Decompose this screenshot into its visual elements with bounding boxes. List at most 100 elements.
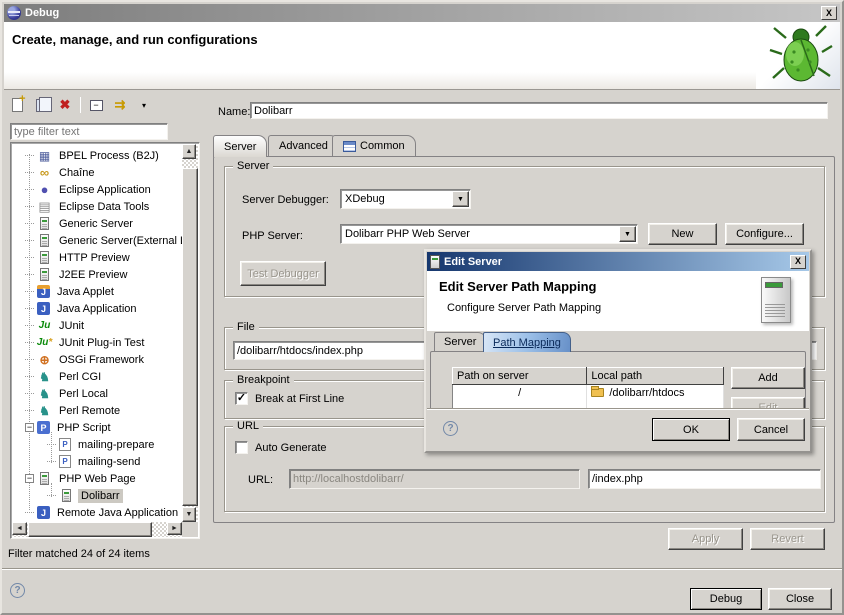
- name-input[interactable]: [250, 102, 828, 119]
- new-config-icon[interactable]: [8, 96, 26, 114]
- help-icon[interactable]: ?: [443, 421, 458, 436]
- header-banner: Create, manage, and run configurations: [4, 22, 840, 90]
- tree-item-php-web-page[interactable]: −PHP Web Page: [12, 470, 182, 487]
- tree-vertical-scrollbar[interactable]: ▲ ▼: [182, 144, 198, 522]
- tree-item-label: Perl Local: [56, 387, 111, 401]
- tree-item-label: mailing-send: [75, 455, 143, 469]
- tree-item-mailing-send[interactable]: Pmailing-send: [12, 453, 182, 470]
- folder-icon: [591, 388, 604, 397]
- vertical-scroll-thumb[interactable]: [182, 168, 198, 506]
- rjava-icon: J: [37, 506, 50, 519]
- tree-item-perl-remote[interactable]: ♞Perl Remote: [12, 402, 182, 419]
- tree-expander-icon[interactable]: −: [25, 423, 34, 432]
- sidebar-toolbar: ✖ − ⇉ ▾: [8, 94, 153, 116]
- tree-line: [25, 189, 34, 190]
- table-row[interactable]: / /dolibarr/htdocs: [453, 385, 724, 402]
- tab-common[interactable]: Common: [332, 135, 416, 156]
- datatools-icon: ▤: [37, 200, 52, 214]
- tree-item-java-application[interactable]: JJava Application: [12, 300, 182, 317]
- close-button[interactable]: Close: [768, 588, 832, 610]
- menu-arrow-icon[interactable]: ▾: [135, 96, 153, 114]
- dialog-tab-server-label: Server: [444, 336, 476, 348]
- server-icon: [40, 217, 49, 230]
- tree-item-label: Dolibarr: [78, 489, 123, 503]
- tree-item-osgi-framework[interactable]: ⊕OSGi Framework: [12, 351, 182, 368]
- dialog-tab-path-mapping[interactable]: Path Mapping: [483, 332, 571, 352]
- eclipse-icon: ●: [37, 183, 52, 197]
- dialog-title: Edit Server: [444, 256, 790, 268]
- dialog-tab-server[interactable]: Server: [434, 332, 486, 351]
- tree-item-eclipse-data-tools[interactable]: ▤ Eclipse Data Tools: [12, 198, 182, 215]
- tree-item-label: Eclipse Data Tools: [56, 200, 152, 214]
- tree-item-junit[interactable]: JuJUnit: [12, 317, 182, 334]
- dialog-heading: Edit Server Path Mapping: [439, 279, 596, 294]
- osgi-icon: ⊕: [37, 353, 52, 367]
- camel-icon: ♞: [37, 387, 52, 401]
- camel-icon: ♞: [37, 370, 52, 384]
- tab-server[interactable]: Server: [213, 135, 267, 157]
- tree-item-java-applet[interactable]: JJava Applet: [12, 283, 182, 300]
- tab-advanced[interactable]: Advanced: [268, 135, 339, 156]
- path-mapping-table[interactable]: Path on server Local path / /dolibarr/ht…: [452, 367, 724, 412]
- server-icon: [40, 268, 49, 281]
- footer-separator: [2, 568, 842, 570]
- column-local-path[interactable]: Local path: [587, 368, 724, 385]
- tree-item-perl-cgi[interactable]: ♞Perl CGI: [12, 368, 182, 385]
- delete-config-icon[interactable]: ✖: [56, 96, 74, 114]
- tab-advanced-label: Advanced: [279, 140, 328, 152]
- debug-configurations-window: Debug X Create, manage, and run configur…: [0, 0, 844, 615]
- tree-line: [25, 393, 34, 394]
- debug-button[interactable]: Debug: [690, 588, 762, 610]
- column-path-on-server[interactable]: Path on server: [453, 368, 587, 385]
- tree-item-perl-local[interactable]: ♞ Perl Local: [12, 385, 182, 402]
- bug-icon: [756, 22, 840, 89]
- eclipse-icon: [7, 6, 21, 20]
- dialog-close-button[interactable]: X: [790, 255, 806, 269]
- scroll-up-icon[interactable]: ▲: [182, 144, 196, 159]
- window-titlebar[interactable]: Debug X: [4, 4, 840, 22]
- tree-item-php-script[interactable]: −PPHP Script: [12, 419, 182, 436]
- tree-item-http-preview[interactable]: HTTP Preview: [12, 249, 182, 266]
- tree-item-label: Eclipse Application: [56, 183, 154, 197]
- help-icon[interactable]: ?: [10, 583, 25, 598]
- tree-item-mailing-prepare[interactable]: Pmailing-prepare: [12, 436, 182, 453]
- tree-line: [25, 410, 34, 411]
- revert-button[interactable]: Revert: [750, 528, 825, 550]
- configurations-tree-panel: ▦BPEL Process (B2J)∞Chaîne ● Eclipse Appli…: [10, 142, 200, 539]
- tree-item-label: mailing-prepare: [75, 438, 157, 452]
- add-mapping-button[interactable]: Add: [731, 367, 805, 389]
- collapse-all-icon[interactable]: −: [87, 96, 105, 114]
- local-path-cell: /dolibarr/htdocs: [587, 385, 724, 402]
- tree-item-generic-server-external-la[interactable]: Generic Server(External La: [12, 232, 182, 249]
- tree-item-bpel-process-b2j[interactable]: ▦BPEL Process (B2J): [12, 147, 182, 164]
- scroll-down-icon[interactable]: ▼: [182, 507, 196, 522]
- tree-line: [25, 342, 34, 343]
- cancel-button[interactable]: Cancel: [737, 418, 805, 441]
- tree-item-cha-ne[interactable]: ∞Chaîne: [12, 164, 182, 181]
- toolbar-separator: [80, 97, 81, 113]
- apply-button[interactable]: Apply: [668, 528, 743, 550]
- ok-button[interactable]: OK: [652, 418, 730, 441]
- tree-item-j2ee-preview[interactable]: J2EE Preview: [12, 266, 182, 283]
- tree-item-label: BPEL Process (B2J): [56, 149, 162, 163]
- tree-item-label: Generic Server: [56, 217, 136, 231]
- horizontal-scroll-thumb[interactable]: [28, 522, 152, 537]
- tree-item-generic-server[interactable]: Generic Server: [12, 215, 182, 232]
- tree-item-eclipse-application[interactable]: ● Eclipse Application: [12, 181, 182, 198]
- filter-options-icon[interactable]: ⇉: [111, 96, 129, 114]
- dialog-titlebar[interactable]: Edit Server X: [427, 252, 809, 271]
- tree-item-junit-plug-in-test[interactable]: JuJUnit Plug-in Test: [12, 334, 182, 351]
- filter-input[interactable]: [10, 123, 168, 140]
- tree-item-dolibarr[interactable]: Dolibarr: [12, 487, 182, 504]
- duplicate-config-icon[interactable]: [32, 96, 50, 114]
- tree-line: [25, 291, 34, 292]
- tree-line: [25, 512, 34, 513]
- scroll-left-icon[interactable]: ◄: [12, 522, 27, 535]
- junitp-icon: Ju: [37, 336, 52, 350]
- tree-item-label: Chaîne: [56, 166, 97, 180]
- window-close-button[interactable]: X: [821, 6, 837, 20]
- scroll-right-icon[interactable]: ►: [167, 522, 182, 535]
- tree-horizontal-scrollbar[interactable]: ◄ ►: [12, 522, 182, 537]
- tree-expander-icon[interactable]: −: [25, 474, 34, 483]
- tree-item-remote-java-application[interactable]: JRemote Java Application: [12, 504, 182, 521]
